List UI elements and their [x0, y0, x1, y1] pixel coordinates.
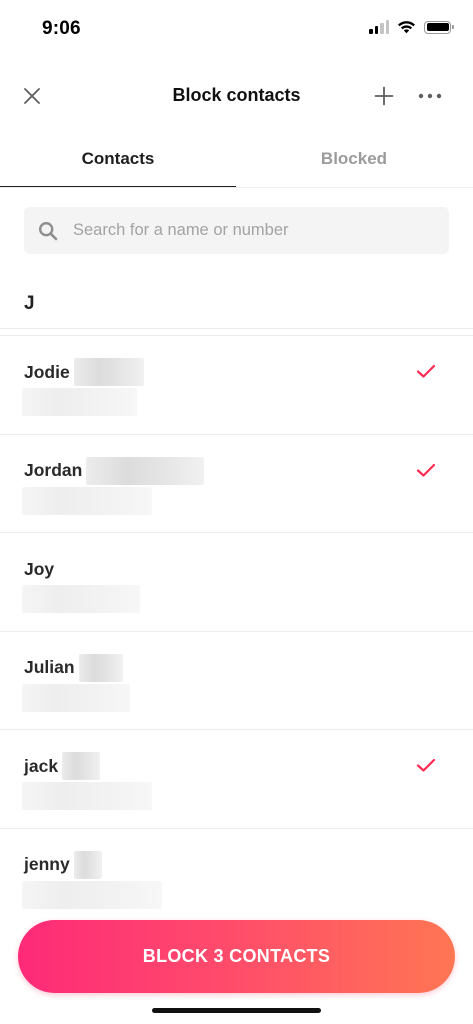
redacted-surname — [62, 752, 101, 781]
contact-name-wrap: Jodie — [24, 358, 144, 386]
redacted-phone-number — [22, 683, 130, 712]
checkmark-icon — [416, 364, 436, 378]
contact-row-jenny[interactable]: jenny — [0, 829, 473, 928]
redacted-surname — [78, 653, 123, 682]
contact-name-wrap: Joy — [24, 557, 54, 581]
tab-contacts[interactable]: Contacts — [0, 130, 236, 188]
search-icon — [37, 220, 59, 242]
section-divider — [0, 328, 473, 329]
contact-name-wrap: jack — [24, 752, 101, 781]
tab-blocked[interactable]: Blocked — [236, 130, 472, 188]
contact-name-wrap: Julian — [24, 653, 123, 682]
redacted-surname — [73, 358, 144, 386]
search-bar[interactable] — [24, 207, 449, 254]
wifi-icon — [398, 21, 415, 34]
redacted-phone-number — [22, 486, 152, 515]
status-bar: 9:06 — [0, 0, 473, 56]
contact-row-joy[interactable]: Joy — [0, 533, 473, 632]
contact-name: Julian — [24, 657, 75, 678]
tab-bar: Contacts Blocked — [0, 130, 473, 188]
redacted-phone-number — [22, 880, 162, 909]
contact-row-jack[interactable]: jack — [0, 730, 473, 829]
contact-row-jordan[interactable]: Jordan — [0, 435, 473, 534]
add-contact-button[interactable] — [366, 80, 402, 112]
contact-name-wrap: jenny — [24, 850, 102, 879]
contact-name: jenny — [24, 854, 70, 875]
battery-icon — [424, 20, 454, 34]
header: Block contacts — [0, 60, 473, 130]
contact-name: Joy — [24, 558, 55, 579]
contact-row-julian[interactable]: Julian — [0, 632, 473, 731]
page-title: Block contacts — [172, 85, 301, 105]
contact-row-jodie[interactable]: Jodie — [0, 336, 473, 435]
more-horizontal-icon — [418, 93, 442, 99]
status-icons — [369, 20, 454, 34]
contact-name: Jodie — [24, 361, 70, 382]
redacted-phone-number — [22, 388, 137, 416]
redacted-surname — [86, 456, 205, 485]
cellular-signal-icon — [369, 20, 389, 34]
plus-icon — [374, 86, 394, 106]
section-header-letter: J — [24, 293, 35, 314]
search-input[interactable] — [73, 221, 413, 240]
contact-name-wrap: Jordan — [24, 456, 205, 485]
block-contacts-button[interactable]: BLOCK 3 CONTACTS — [18, 920, 455, 993]
status-time: 9:06 — [42, 18, 81, 39]
redacted-surname — [73, 850, 102, 879]
contact-name: jack — [24, 755, 59, 776]
tabs-divider — [0, 187, 473, 188]
redacted-phone-number — [22, 585, 140, 614]
checkmark-icon — [416, 463, 436, 477]
home-indicator — [152, 1008, 321, 1013]
contact-name: Jordan — [24, 460, 83, 481]
redacted-phone-number — [22, 782, 152, 811]
more-options-button[interactable] — [412, 80, 448, 112]
contact-list: Jodie Jordan Joy Julian jack jenny — [0, 336, 473, 928]
checkmark-icon — [416, 759, 436, 772]
